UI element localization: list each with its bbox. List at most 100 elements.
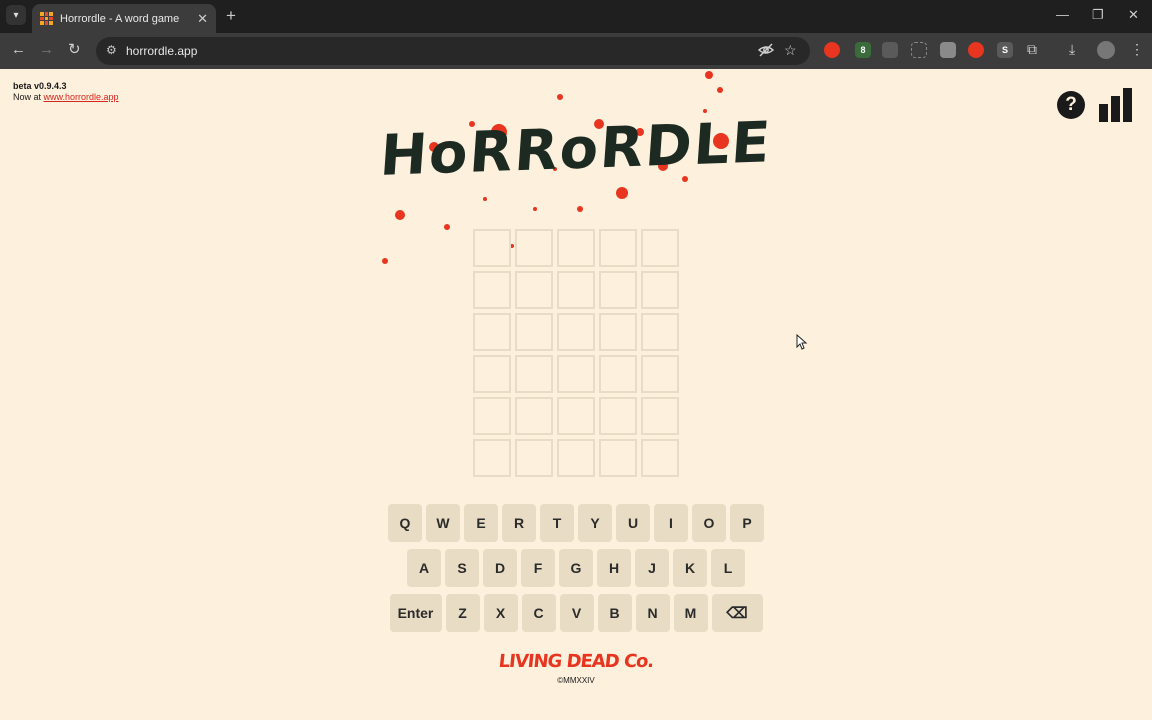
grid-cell	[473, 397, 511, 435]
key-a[interactable]: A	[407, 549, 441, 587]
key-w[interactable]: W	[426, 504, 460, 542]
mouse-cursor-icon	[796, 334, 808, 350]
extension-green-badge-icon[interactable]: 8	[855, 42, 871, 58]
copyright-text: ©MMXXIV	[557, 676, 595, 685]
key-i[interactable]: I	[654, 504, 688, 542]
grid-cell	[515, 271, 553, 309]
tab-horrordle[interactable]: Horrordle - A word game ✕	[32, 4, 216, 33]
key-z[interactable]: Z	[445, 594, 480, 632]
grid-cell	[557, 271, 595, 309]
grid-cell	[599, 355, 637, 393]
key-d[interactable]: D	[483, 549, 517, 587]
grid-cell	[599, 229, 637, 267]
grid-cell	[557, 355, 595, 393]
address-bar[interactable]: ⚙ horrordle.app ☆	[96, 37, 810, 65]
extension-screenshot-icon[interactable]	[911, 42, 927, 58]
key-y[interactable]: Y	[578, 504, 612, 542]
close-tab-icon[interactable]: ✕	[197, 11, 208, 27]
extension-red-circle-icon[interactable]	[968, 42, 984, 58]
grid-cell	[557, 397, 595, 435]
grid-cell	[557, 229, 595, 267]
menu-more-vert-icon[interactable]: ⋮	[1130, 41, 1144, 57]
key-r[interactable]: R	[502, 504, 536, 542]
now-at-text: Now at www.horrordle.app	[13, 92, 119, 102]
extension-s-icon[interactable]: S	[997, 42, 1013, 58]
tab-search-chevron-down-icon[interactable]: ▾	[6, 5, 26, 25]
key-p[interactable]: P	[730, 504, 764, 542]
extension-camera-icon[interactable]	[940, 42, 956, 58]
grid-cell	[515, 397, 553, 435]
key-e[interactable]: E	[464, 504, 498, 542]
key-v[interactable]: V	[559, 594, 594, 632]
forward-arrow-right-icon[interactable]: →	[39, 42, 54, 58]
grid-cell	[473, 439, 511, 477]
horrordle-link[interactable]: www.horrordle.app	[44, 92, 119, 102]
keyboard-row-2: ASDFGHJKL	[0, 549, 1152, 587]
grid-cell	[599, 439, 637, 477]
extension-s-letter: S	[1001, 45, 1008, 55]
extension-badge-count: 8	[860, 45, 866, 55]
new-tab-plus-icon[interactable]: +	[226, 7, 236, 24]
grid-cell	[599, 313, 637, 351]
now-at-prefix: Now at	[13, 92, 44, 102]
keyboard-row-3: Enter Z X C V B N M ⌫	[0, 594, 1152, 632]
extension-grid-icon[interactable]	[882, 42, 898, 58]
key-c[interactable]: C	[521, 594, 556, 632]
key-b[interactable]: B	[597, 594, 632, 632]
minimize-icon[interactable]: —	[1056, 8, 1069, 22]
downloads-download-icon[interactable]: ⤓	[1069, 41, 1075, 57]
key-l[interactable]: L	[711, 549, 745, 587]
extensions-puzzle-icon[interactable]: ⧉	[1027, 41, 1037, 57]
url-text[interactable]: horrordle.app	[126, 44, 197, 58]
grid-cell	[557, 439, 595, 477]
grid-cell	[641, 397, 679, 435]
reload-icon[interactable]: ↻	[68, 42, 81, 58]
key-m[interactable]: M	[673, 594, 708, 632]
eye-off-icon[interactable]	[757, 42, 775, 61]
grid-cell	[515, 229, 553, 267]
key-u[interactable]: U	[616, 504, 650, 542]
key-h[interactable]: H	[597, 549, 631, 587]
grid-cell	[515, 439, 553, 477]
key-q[interactable]: Q	[388, 504, 422, 542]
extension-red-shield-icon[interactable]	[824, 42, 840, 58]
grid-cell	[641, 313, 679, 351]
grid-cell	[473, 271, 511, 309]
profile-avatar[interactable]	[1097, 41, 1115, 59]
key-k[interactable]: K	[673, 549, 707, 587]
grid-cell	[641, 229, 679, 267]
grid-cell	[515, 313, 553, 351]
grid-cell	[599, 397, 637, 435]
version-label: beta v0.9.4.3	[13, 81, 67, 91]
grid-cell	[473, 313, 511, 351]
key-enter[interactable]: Enter	[389, 594, 442, 632]
back-arrow-left-icon[interactable]: ←	[11, 42, 26, 58]
key-s[interactable]: S	[445, 549, 479, 587]
grid-cell	[557, 313, 595, 351]
site-info-tune-icon[interactable]: ⚙	[106, 43, 117, 57]
grid-cell	[599, 271, 637, 309]
game-page: beta v0.9.4.3 Now at www.horrordle.app ?…	[0, 69, 1152, 720]
key-g[interactable]: G	[559, 549, 593, 587]
grid-cell	[641, 355, 679, 393]
grid-cell	[641, 439, 679, 477]
close-window-icon[interactable]: ✕	[1128, 8, 1139, 22]
bookmark-star-icon[interactable]: ☆	[784, 42, 797, 59]
key-o[interactable]: O	[692, 504, 726, 542]
key-f[interactable]: F	[521, 549, 555, 587]
key-backspace-icon[interactable]: ⌫	[711, 594, 763, 632]
key-j[interactable]: J	[635, 549, 669, 587]
key-x[interactable]: X	[483, 594, 518, 632]
restore-icon[interactable]: ❐	[1092, 8, 1104, 22]
tab-title: Horrordle - A word game	[60, 12, 180, 25]
favicon-icon	[40, 12, 53, 25]
key-n[interactable]: N	[635, 594, 670, 632]
tab-strip: ▾ Horrordle - A word game ✕ + — ❐ ✕	[0, 0, 1152, 33]
guess-grid	[473, 229, 679, 477]
keyboard-row-1: QWERTYUIOP	[0, 504, 1152, 542]
brand-logo: LIVING DEAD Co.	[497, 651, 655, 672]
grid-cell	[515, 355, 553, 393]
grid-cell	[473, 229, 511, 267]
grid-cell	[473, 355, 511, 393]
key-t[interactable]: T	[540, 504, 574, 542]
